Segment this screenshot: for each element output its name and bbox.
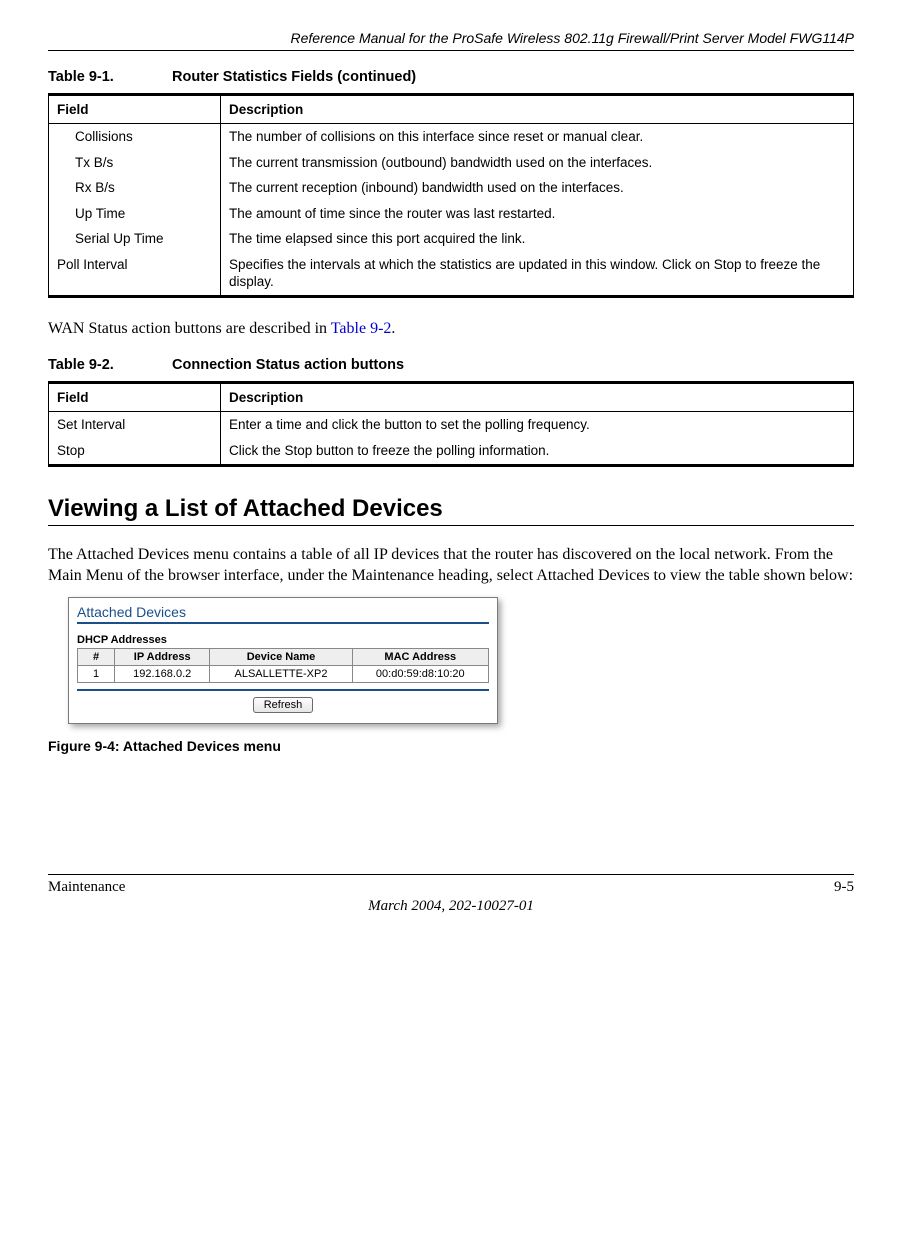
t91-field: Serial Up Time	[57, 230, 212, 248]
t91-desc: The number of collisions on this interfa…	[221, 124, 854, 150]
table-row: Stop Click the Stop button to freeze the…	[49, 438, 854, 465]
table-9-2-caption: Table 9-2. Connection Status action butt…	[48, 357, 854, 373]
screenshot-rule	[77, 622, 489, 624]
t92-desc: Enter a time and click the button to set…	[221, 412, 854, 438]
cell-mac: 00:d0:59:d8:10:20	[352, 665, 488, 682]
screenshot-table: # IP Address Device Name MAC Address 1 1…	[77, 648, 489, 683]
col-device-name: Device Name	[210, 648, 352, 665]
table-9-2: Field Description Set Interval Enter a t…	[48, 381, 854, 466]
cell-ip: 192.168.0.2	[115, 665, 210, 682]
screenshot-title: Attached Devices	[77, 604, 489, 620]
table-row: 1 192.168.0.2 ALSALLETTE-XP2 00:d0:59:d8…	[78, 665, 489, 682]
footer-left: Maintenance	[48, 879, 125, 896]
cell-device-name: ALSALLETTE-XP2	[210, 665, 352, 682]
page-number: 9-5	[834, 879, 854, 896]
t91-field: Poll Interval	[49, 252, 221, 297]
t92-head-desc: Description	[221, 383, 854, 412]
t91-field: Tx B/s	[57, 154, 212, 172]
cell-num: 1	[78, 665, 115, 682]
para1-pre: WAN Status action buttons are described …	[48, 320, 331, 337]
t92-head-field: Field	[49, 383, 221, 412]
table-9-1-number: Table 9-1.	[48, 69, 168, 85]
col-mac: MAC Address	[352, 648, 488, 665]
table-row: Collisions The number of collisions on t…	[49, 124, 854, 150]
footer-date: March 2004, 202-10027-01	[48, 898, 854, 915]
footer-rule	[48, 874, 854, 875]
t91-field: Collisions	[57, 128, 212, 146]
paragraph-wan-status: WAN Status action buttons are described …	[48, 318, 854, 340]
t92-desc: Click the Stop button to freeze the poll…	[221, 438, 854, 465]
col-ip: IP Address	[115, 648, 210, 665]
t91-head-field: Field	[49, 95, 221, 124]
table-row: Up Time The amount of time since the rou…	[49, 201, 854, 227]
t92-field: Stop	[49, 438, 221, 465]
running-header: Reference Manual for the ProSafe Wireles…	[48, 30, 854, 46]
screenshot-subtitle: DHCP Addresses	[77, 634, 489, 646]
figure-caption: Figure 9-4: Attached Devices menu	[48, 738, 854, 754]
t91-desc: The current reception (inbound) bandwidt…	[221, 175, 854, 201]
table-row: Set Interval Enter a time and click the …	[49, 412, 854, 438]
para1-post: .	[391, 320, 395, 337]
header-rule	[48, 50, 854, 51]
table-9-1-caption: Table 9-1. Router Statistics Fields (con…	[48, 69, 854, 85]
table-9-2-title: Connection Status action buttons	[172, 357, 404, 373]
xref-table-9-2[interactable]: Table 9-2	[331, 320, 392, 337]
table-row: Rx B/s The current reception (inbound) b…	[49, 175, 854, 201]
t91-desc: The current transmission (outbound) band…	[221, 150, 854, 176]
table-row: Poll Interval Specifies the intervals at…	[49, 252, 854, 297]
t91-field: Up Time	[57, 205, 212, 223]
t91-field: Rx B/s	[57, 179, 212, 197]
t91-desc: The amount of time since the router was …	[221, 201, 854, 227]
col-num: #	[78, 648, 115, 665]
t92-field: Set Interval	[49, 412, 221, 438]
t91-head-desc: Description	[221, 95, 854, 124]
table-9-1: Field Description Collisions The number …	[48, 93, 854, 298]
section-rule	[48, 525, 854, 526]
table-row: Serial Up Time The time elapsed since th…	[49, 226, 854, 252]
paragraph-attached-devices: The Attached Devices menu contains a tab…	[48, 544, 854, 587]
t91-desc: Specifies the intervals at which the sta…	[221, 252, 854, 297]
screenshot-attached-devices: Attached Devices DHCP Addresses # IP Add…	[68, 597, 498, 724]
table-9-2-number: Table 9-2.	[48, 357, 168, 373]
table-row: Tx B/s The current transmission (outboun…	[49, 150, 854, 176]
refresh-button[interactable]: Refresh	[253, 697, 314, 713]
screenshot-footer-rule	[77, 689, 489, 691]
section-heading: Viewing a List of Attached Devices	[48, 495, 854, 523]
table-9-1-title: Router Statistics Fields (continued)	[172, 69, 416, 85]
t91-desc: The time elapsed since this port acquire…	[221, 226, 854, 252]
